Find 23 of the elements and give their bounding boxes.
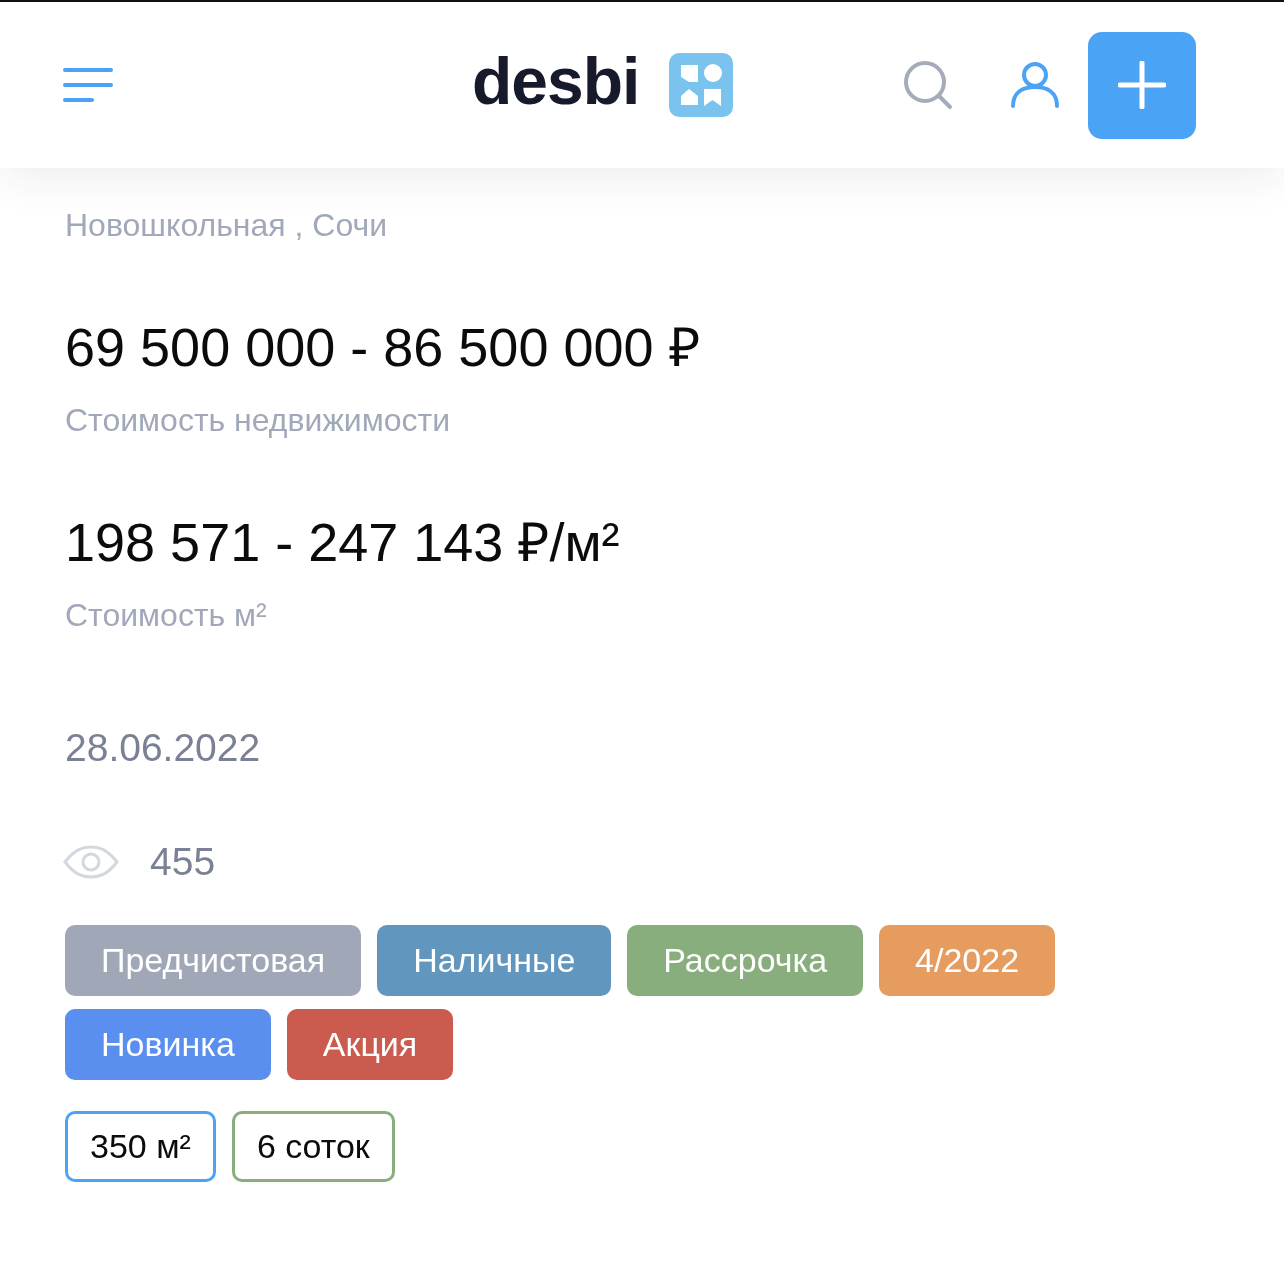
price-per-m2: 198 571 - 247 143 ₽/м²: [65, 512, 620, 572]
price-range: 69 500 000 - 86 500 000 ₽: [65, 317, 700, 377]
price-per-m2-label: Стоимость м²: [65, 596, 267, 635]
search-icon[interactable]: [903, 60, 953, 110]
tag-badge: Рассрочка: [627, 925, 864, 996]
spec-chip: 6 соток: [231, 1111, 395, 1182]
date-text: 28.06.2022: [65, 725, 261, 771]
menu-icon[interactable]: [63, 68, 113, 102]
eye-icon: [63, 845, 119, 879]
address-text: Новошкольная , Сочи: [65, 206, 388, 245]
spec-chip: 350 м²: [65, 1111, 216, 1182]
logo-icon[interactable]: [669, 53, 734, 117]
price-label: Стоимость недвижимости: [65, 401, 450, 440]
views-count: 455: [150, 839, 216, 885]
tag-badge: Новинка: [65, 1009, 271, 1080]
tag-badge: Предчистовая: [65, 925, 362, 996]
tag-badge: Акция: [286, 1009, 454, 1080]
tag-badge: 4/2022: [879, 925, 1056, 996]
tag-badge: Наличные: [377, 925, 612, 996]
user-icon[interactable]: [1010, 62, 1060, 108]
plus-icon: [1118, 61, 1166, 109]
logo-text[interactable]: desbi: [472, 48, 640, 122]
add-button[interactable]: [1088, 31, 1196, 139]
